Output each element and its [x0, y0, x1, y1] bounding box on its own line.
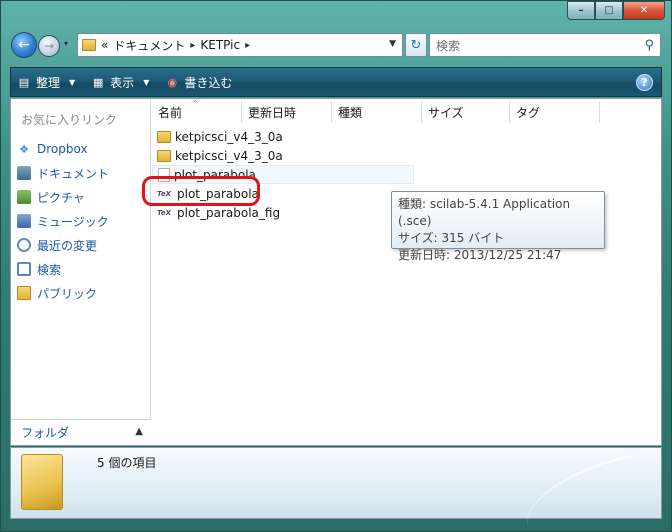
history-dropdown-icon[interactable]: ▾: [64, 39, 68, 48]
folder-icon: [82, 39, 96, 51]
sidebar-item-label: ドキュメント: [37, 166, 110, 181]
favorites-heading: お気に入りリンク: [21, 113, 118, 127]
item-count: 5 個の項目: [97, 456, 157, 470]
folders-label: フォルダ: [21, 426, 70, 440]
organize-icon: ▤: [18, 75, 30, 89]
sidebar-item-pictures[interactable]: ピクチャ: [17, 185, 109, 209]
views-icon: ▦: [92, 75, 104, 89]
burn-label: 書き込む: [184, 75, 233, 90]
recent-changes-icon: [17, 238, 31, 252]
view-button[interactable]: ▦ 表示 ▼: [91, 74, 149, 91]
highlight-annotation: [142, 176, 260, 206]
searches-icon: [17, 262, 31, 276]
column-header-size[interactable]: サイズ: [422, 101, 510, 123]
sidebar-item-label: ピクチャ: [37, 190, 85, 205]
navigation-bar: ← → ▾ « ドキュメント ▸ KETPic ▸ ▼ ↻ 検索 ⚲: [11, 31, 661, 59]
sidebar-item-label: ミュージック: [37, 214, 109, 229]
file-tooltip: 種類: scilab-5.4.1 Application (.sce) サイズ:…: [391, 191, 605, 262]
file-name: ketpicsci_v4_3_0a: [175, 129, 283, 144]
close-button[interactable]: ✕: [623, 1, 665, 20]
tooltip-modified: 更新日時: 2013/12/25 21:47: [398, 248, 562, 262]
help-button[interactable]: ?: [636, 74, 653, 91]
view-label: 表示: [110, 75, 135, 90]
folders-toggle[interactable]: フォルダ ▲: [11, 419, 151, 445]
dropbox-icon: ❖: [19, 142, 29, 156]
burn-disc-icon: ◉: [167, 75, 178, 89]
forward-button[interactable]: →: [38, 35, 60, 57]
sidebar-item-searches[interactable]: 検索: [17, 257, 109, 281]
folder-icon: [157, 130, 171, 143]
file-list-pane: ^ 名前 更新日時 種類 サイズ タグ ketpicsci_v4_3_0a ke…: [152, 99, 661, 445]
sidebar-item-recent[interactable]: 最近の変更: [17, 233, 109, 257]
organize-button[interactable]: ▤ 整理 ▼: [17, 74, 75, 91]
address-bar[interactable]: « ドキュメント ▸ KETPic ▸ ▼: [77, 33, 403, 57]
pictures-icon: [17, 190, 31, 204]
sidebar-item-public[interactable]: パブリック: [17, 281, 109, 305]
details-pane: 5 個の項目: [10, 447, 662, 528]
burn-button[interactable]: ◉ 書き込む: [165, 74, 233, 91]
column-label: 名前: [158, 105, 183, 120]
caret-down-icon: ▼: [143, 77, 150, 87]
sidebar-item-documents[interactable]: ドキュメント: [17, 161, 109, 185]
navigation-pane: お気に入りリンク ❖ Dropbox ドキュメント ピクチャ ミュージック 最近…: [11, 99, 151, 445]
sidebar-item-label: 検索: [37, 262, 62, 277]
minimize-button[interactable]: –: [567, 1, 595, 20]
column-label: サイズ: [428, 105, 464, 120]
back-button[interactable]: ←: [11, 32, 37, 58]
address-dropdown-icon[interactable]: ▼: [389, 39, 396, 49]
chevron-right-icon[interactable]: ▸: [245, 40, 250, 51]
zip-folder-icon: [157, 149, 171, 162]
chevron-right-icon[interactable]: ▸: [190, 40, 195, 51]
column-label: 種類: [338, 105, 363, 120]
public-icon: [17, 286, 31, 300]
column-header-type[interactable]: 種類: [332, 101, 422, 123]
scilab-script-icon: TeX: [157, 208, 172, 217]
column-headers: ^ 名前 更新日時 種類 サイズ タグ: [152, 99, 600, 123]
sidebar-item-label: 最近の変更: [37, 238, 98, 253]
tooltip-type: 種類: scilab-5.4.1 Application (.sce): [398, 197, 571, 228]
window-controls: – □ ✕: [567, 1, 665, 21]
documents-icon: [17, 166, 31, 180]
file-name: ketpicsci_v4_3_0a: [175, 148, 283, 163]
decorative-swoosh: [517, 454, 645, 528]
refresh-button[interactable]: ↻: [405, 33, 427, 57]
file-row[interactable]: ketpicsci_v4_3_0a: [152, 146, 414, 165]
column-header-name[interactable]: ^ 名前: [152, 99, 242, 123]
music-icon: [17, 214, 31, 228]
file-row[interactable]: ketpicsci_v4_3_0a: [152, 127, 414, 146]
favorites-list: ❖ Dropbox ドキュメント ピクチャ ミュージック 最近の変更 検索 パブ…: [17, 137, 109, 305]
content-area: お気に入りリンク ❖ Dropbox ドキュメント ピクチャ ミュージック 最近…: [10, 98, 662, 446]
search-placeholder: 検索: [436, 38, 461, 53]
file-list: ketpicsci_v4_3_0a ketpicsci_v4_3_0a plot…: [152, 127, 414, 222]
caret-down-icon: ▼: [69, 77, 76, 87]
search-icon[interactable]: ⚲: [644, 38, 654, 53]
folder-icon: [21, 454, 63, 510]
breadcrumb-documents[interactable]: ドキュメント: [113, 37, 185, 54]
maximize-button[interactable]: □: [595, 1, 623, 20]
file-name: plot_parabola_fig: [177, 205, 281, 220]
sidebar-item-dropbox[interactable]: ❖ Dropbox: [17, 137, 109, 161]
organize-label: 整理: [36, 75, 61, 90]
chevron-up-icon[interactable]: ▲: [135, 426, 143, 437]
column-header-tags[interactable]: タグ: [510, 101, 600, 123]
column-label: 更新日時: [248, 105, 297, 120]
sort-ascending-icon: ^: [192, 99, 199, 108]
column-label: タグ: [516, 105, 541, 120]
column-header-modified[interactable]: 更新日時: [242, 101, 332, 123]
sidebar-item-music[interactable]: ミュージック: [17, 209, 109, 233]
breadcrumb-ketpic[interactable]: KETPic: [200, 38, 240, 52]
explorer-window: – □ ✕ ← → ▾ « ドキュメント ▸ KETPic ▸ ▼ ↻ 検索 ⚲…: [0, 0, 672, 532]
sidebar-item-label: Dropbox: [37, 142, 88, 156]
search-input[interactable]: 検索 ⚲: [429, 33, 661, 57]
sidebar-item-label: パブリック: [37, 286, 98, 301]
breadcrumb-overflow[interactable]: «: [101, 38, 108, 52]
command-toolbar: ▤ 整理 ▼ ▦ 表示 ▼ ◉ 書き込む ?: [10, 67, 662, 97]
tooltip-size: サイズ: 315 バイト: [398, 231, 505, 245]
